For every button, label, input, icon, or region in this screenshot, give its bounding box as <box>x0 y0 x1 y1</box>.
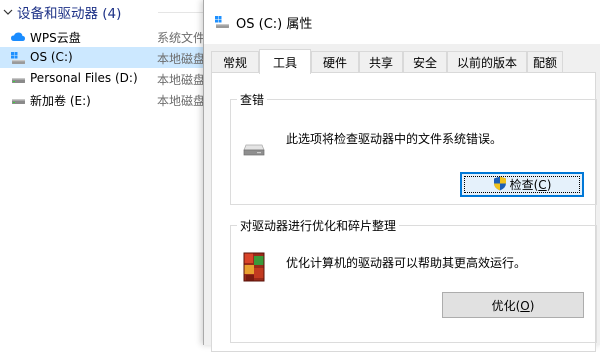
check-button-content: 检查(C) <box>493 176 552 194</box>
error-checking-description: 此选项将检查驱动器中的文件系统错误。 <box>286 132 503 146</box>
tools-panel: 查错 此选项将检查驱动器中的文件系统错误。 检查(C) 对驱动器进行优化和碎片整… <box>211 72 597 352</box>
optimize-description: 优化计算机的驱动器可以帮助其更高效运行。 <box>286 256 527 270</box>
drive-row-d[interactable]: Personal Files (D:) 本地磁盘 <box>0 68 210 89</box>
group-title: 设备和驱动器 (4) <box>17 6 122 22</box>
tab-label: 以前的版本 <box>456 55 517 70</box>
tab-hardware[interactable]: 硬件 <box>311 51 359 72</box>
defrag-icon <box>240 250 268 287</box>
chevron-down-icon[interactable] <box>1 5 15 19</box>
tab-general[interactable]: 常规 <box>211 51 259 72</box>
tab-label: 工具 <box>272 55 297 70</box>
drive-type: 本地磁盘 <box>157 52 205 66</box>
cloud-icon <box>10 30 26 44</box>
drive-row-wps[interactable]: WPS云盘 系统文件 <box>0 26 210 47</box>
drive-name: OS (C:) <box>30 50 73 64</box>
drive-row-c[interactable]: OS (C:) 本地磁盘 <box>0 47 210 68</box>
check-button[interactable]: 检查(C) <box>460 172 584 197</box>
tab-security[interactable]: 安全 <box>403 51 447 72</box>
system-drive-icon <box>214 15 230 29</box>
group-header[interactable]: 设备和驱动器 (4) <box>0 2 121 22</box>
drive-name: WPS云盘 <box>30 31 81 45</box>
drive-icon <box>10 93 26 107</box>
tab-label: 共享 <box>368 55 393 70</box>
drive-icon <box>10 72 26 86</box>
dialog-title: OS (C:) 属性 <box>236 17 313 32</box>
drive-type: 本地磁盘 <box>157 94 205 108</box>
tab-label: 硬件 <box>322 55 347 70</box>
system-drive-icon <box>10 51 26 65</box>
group-divider <box>158 12 203 13</box>
drive-name: Personal Files (D:) <box>30 71 138 85</box>
error-checking-group: 查错 此选项将检查驱动器中的文件系统错误。 检查(C) <box>230 91 597 205</box>
optimize-group: 对驱动器进行优化和碎片整理 优化计算机的驱动器可以帮助其更高效运行。 优化(O) <box>230 217 597 343</box>
properties-dialog: OS (C:) 属性 常规 工具 硬件 共享 安全 以前的版本 配额 查错 此选… <box>203 0 600 352</box>
drive-type: 系统文件 <box>157 31 205 45</box>
optimize-button-label: 优化(O) <box>491 298 535 313</box>
drive-name: 新加卷 (E:) <box>30 94 91 108</box>
dialog-titlebar[interactable]: OS (C:) 属性 <box>204 0 600 44</box>
tab-label: 配额 <box>532 55 557 70</box>
tab-label: 安全 <box>412 55 437 70</box>
uac-shield-icon <box>493 176 507 194</box>
tab-sharing[interactable]: 共享 <box>359 51 403 72</box>
tab-previous-versions[interactable]: 以前的版本 <box>447 51 527 72</box>
tab-tools[interactable]: 工具 <box>259 49 311 74</box>
drive-type: 本地磁盘 <box>157 73 205 87</box>
group-label: 对驱动器进行优化和碎片整理 <box>237 217 400 234</box>
tab-label: 常规 <box>222 55 247 70</box>
tab-quota[interactable]: 配额 <box>527 51 563 72</box>
optimize-button[interactable]: 优化(O) <box>442 292 584 318</box>
group-label: 查错 <box>237 91 268 108</box>
check-button-label: 检查(C) <box>509 178 552 192</box>
hard-drive-icon <box>243 142 265 159</box>
drive-row-e[interactable]: 新加卷 (E:) 本地磁盘 <box>0 89 210 110</box>
